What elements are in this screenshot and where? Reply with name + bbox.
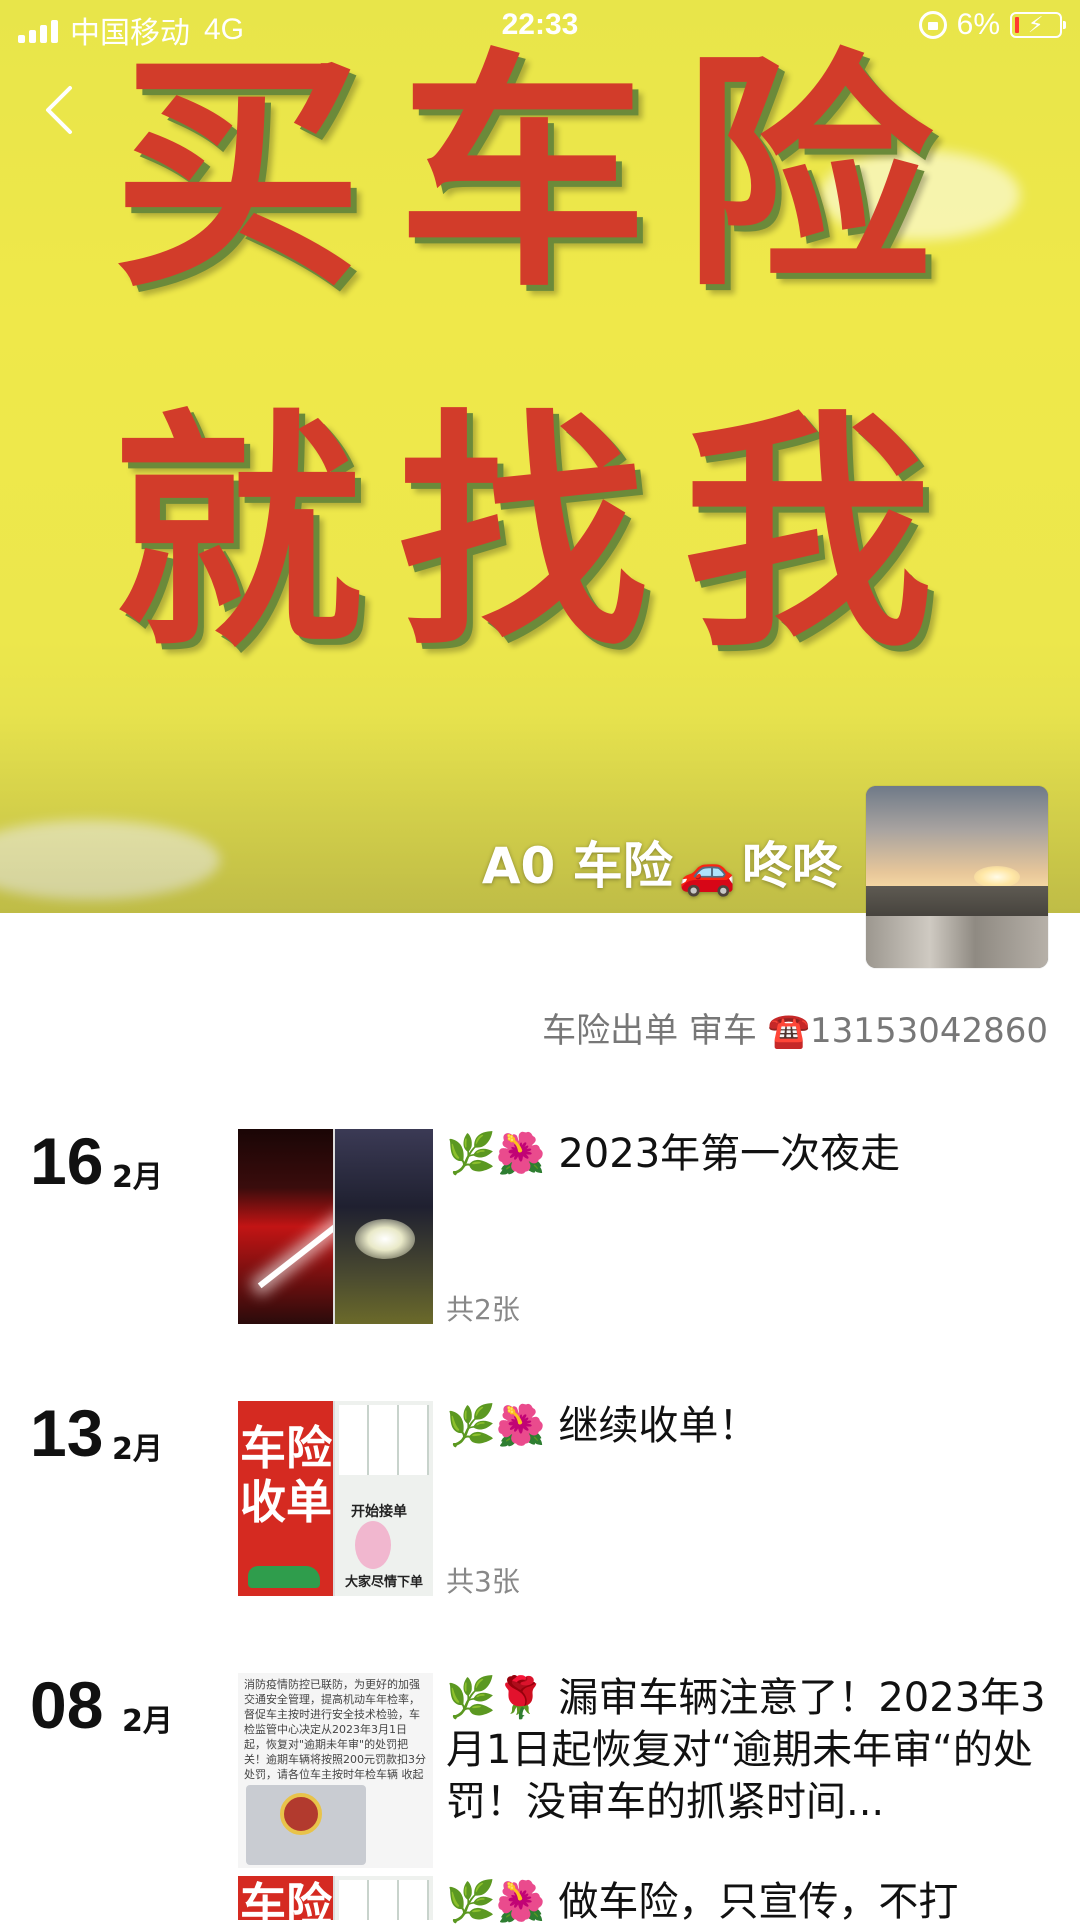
thumbnail-image (335, 1129, 433, 1324)
thumbnail-image (335, 1876, 433, 1920)
post-text: 🌿🌺 继续收单！ (446, 1400, 1046, 1452)
post-caption: 2023年第一次夜走 (558, 1131, 901, 1177)
back-icon[interactable] (40, 82, 80, 138)
thumbnail-image: 车险 (238, 1876, 333, 1920)
image-count: 共3张 (446, 1565, 520, 1598)
status-bar: 中国移动 4G 22:33 6% ⚡ (0, 0, 1080, 54)
post-text: 🌿🌹 漏审车辆注意了！2023年3月1日起恢复对“逾期未年审“的处罚！没审车的抓… (446, 1672, 1046, 1828)
post-thumbnails[interactable] (238, 1129, 433, 1324)
post-text: 🌿🌺 做车险，只宣传，不打 (446, 1876, 1046, 1928)
post-caption: 做车险，只宣传，不打 (558, 1879, 959, 1925)
orientation-lock-icon (918, 11, 947, 39)
post-day: 08 (30, 1668, 104, 1742)
post-month: 2月 (112, 1432, 163, 1467)
battery-charging-icon: ⚡ (1010, 12, 1066, 38)
thumbnail-image (238, 1129, 333, 1324)
cover-headline-line1: 买车险 (112, 29, 968, 320)
post-thumbnails[interactable]: 消防疫情防控已联防，为更好的加强交通安全管理，提高机动车年检率，督促车主按时进行… (238, 1673, 433, 1868)
leaf-icon: 🌿 (446, 1131, 496, 1177)
hibiscus-icon: 🌺 (495, 1403, 546, 1449)
thumbnail-text: 车险 (240, 1878, 332, 1920)
battery-percent: 6% (956, 8, 1000, 41)
leaf-icon: 🌿 (446, 1879, 496, 1925)
avatar[interactable] (866, 786, 1048, 968)
post-day: 16 (30, 1124, 104, 1198)
leaf-icon: 🌿 (446, 1675, 496, 1721)
car-icon: 🚗 (678, 844, 736, 898)
thumbnail-image: 车险收单 (238, 1401, 333, 1596)
profile-name-prefix: A0 车险 (481, 837, 673, 895)
post-day: 13 (30, 1396, 104, 1470)
thumbnail-image: 消防疫情防控已联防，为更好的加强交通安全管理，提高机动车年检率，督促车主按时进行… (238, 1673, 433, 1868)
post-month: 2月 (122, 1704, 173, 1739)
hibiscus-icon: 🌺 (495, 1879, 546, 1925)
leaf-icon: 🌿 (446, 1403, 496, 1449)
thumbnail-text: 车险收单 (240, 1421, 332, 1529)
image-count: 共2张 (446, 1293, 520, 1326)
thumbnail-label: 开始接单 (351, 1504, 407, 1520)
cover-image[interactable]: 买车险 就找我 (0, 0, 1080, 913)
cover-headline-line2: 就找我 (112, 389, 968, 680)
post-text: 🌿🌺 2023年第一次夜走 (446, 1128, 1046, 1180)
profile-signature: 车险出单 审车 ☎️13153042860 (542, 1011, 1048, 1051)
post-caption: 继续收单！ (558, 1403, 759, 1449)
thumbnail-text: 消防疫情防控已联防，为更好的加强交通安全管理，提高机动车年检率，督促车主按时进行… (244, 1678, 426, 1781)
post-thumbnails[interactable]: 车险 (238, 1876, 433, 1920)
thumbnail-label: 大家尽情下单 (345, 1575, 424, 1590)
rose-icon: 🌹 (495, 1675, 546, 1721)
profile-name-suffix: 咚咚 (742, 837, 842, 895)
post-month: 2月 (112, 1160, 163, 1195)
thumbnail-image: 开始接单 大家尽情下单 (335, 1401, 433, 1596)
post-thumbnails[interactable]: 车险收单 开始接单 大家尽情下单 (238, 1401, 433, 1596)
hibiscus-icon: 🌺 (495, 1131, 546, 1177)
profile-name[interactable]: A0 车险 🚗 咚咚 (482, 826, 842, 899)
